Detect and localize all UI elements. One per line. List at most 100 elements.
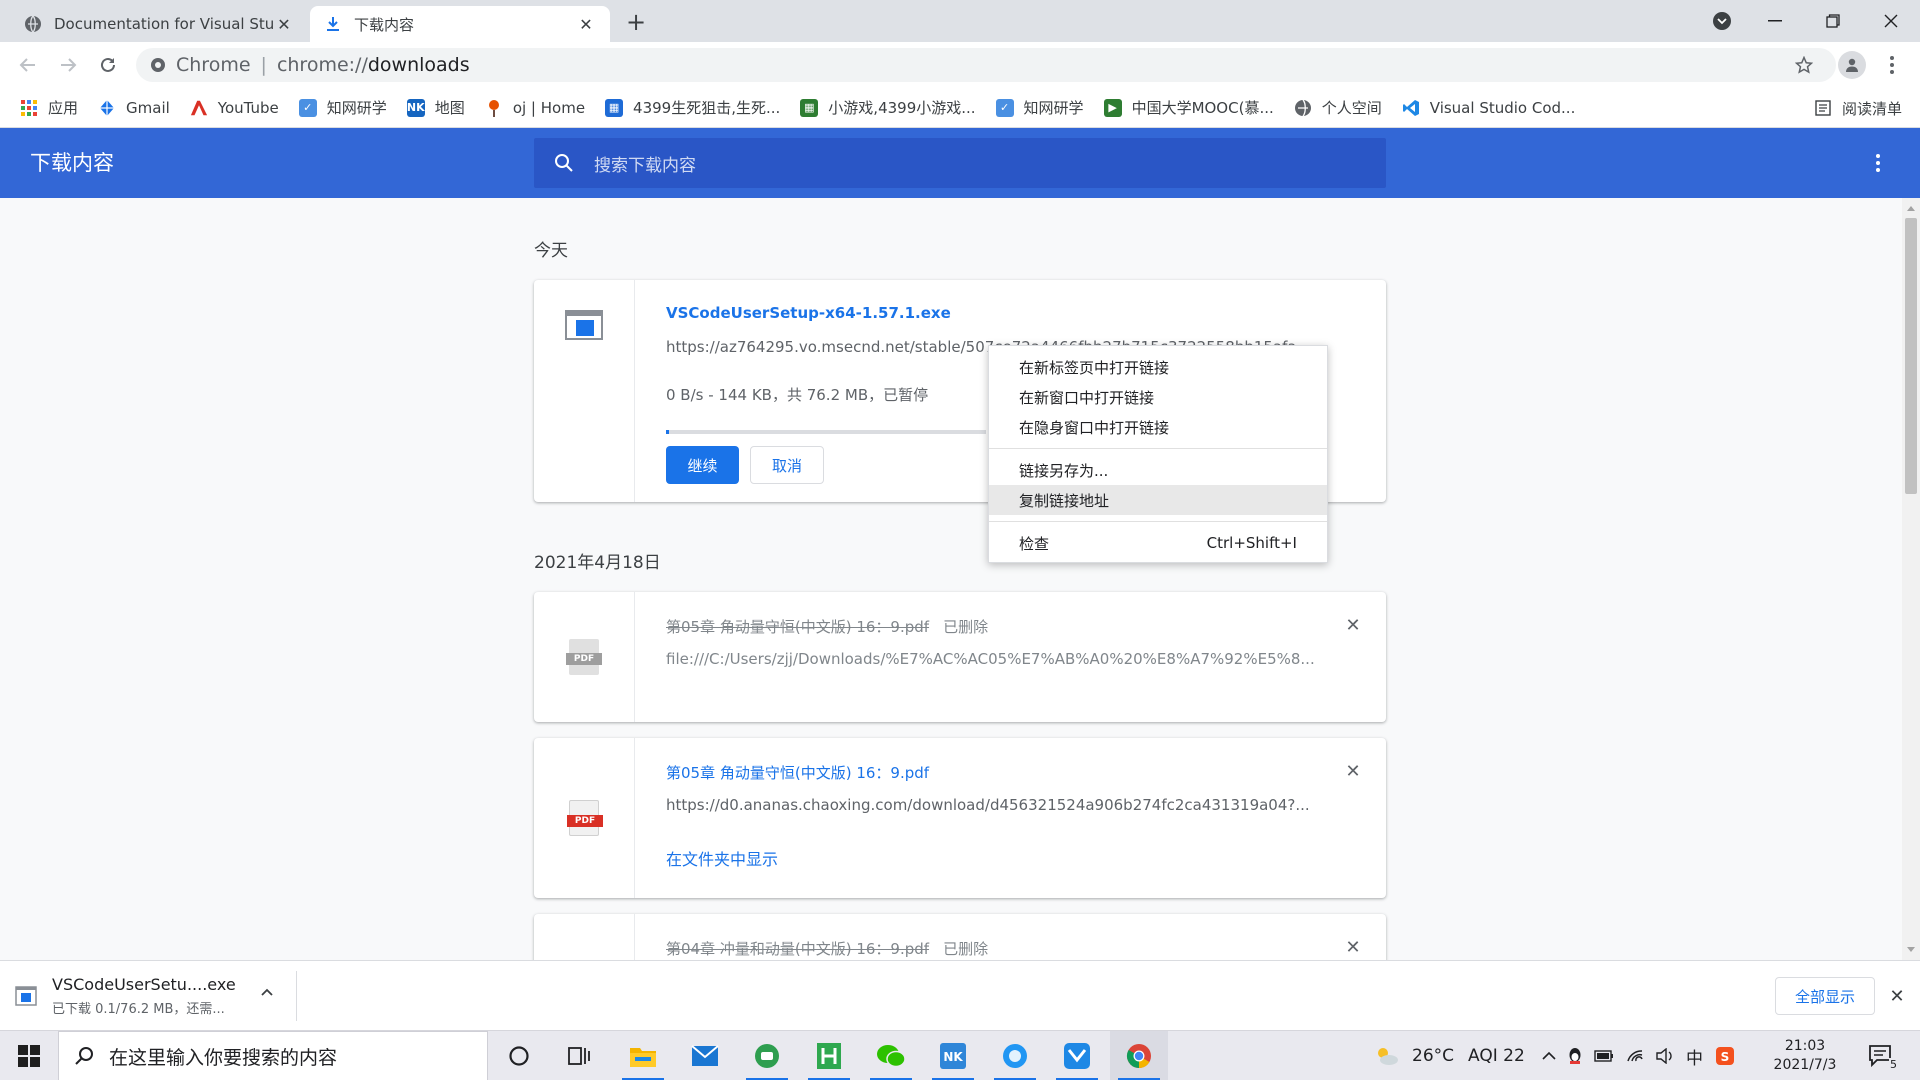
sogou-ime-icon[interactable]: S xyxy=(1715,1046,1735,1066)
reload-button[interactable] xyxy=(94,51,122,79)
bookmark-personal-space[interactable]: 个人空间 xyxy=(1294,97,1382,118)
menu-copy-link-address[interactable]: 复制链接地址 xyxy=(989,485,1327,515)
profile-avatar[interactable] xyxy=(1838,51,1866,79)
battery-icon[interactable] xyxy=(1594,1050,1614,1062)
new-tab-button[interactable]: + xyxy=(622,8,650,36)
show-in-folder-link[interactable]: 在文件夹中显示 xyxy=(666,846,778,870)
menu-inspect[interactable]: 检查 Ctrl+Shift+I xyxy=(989,528,1327,558)
file-explorer-icon[interactable] xyxy=(614,1031,672,1080)
hbuilder-icon[interactable] xyxy=(800,1031,858,1080)
volume-icon[interactable] xyxy=(1656,1048,1674,1064)
restore-button[interactable] xyxy=(1804,0,1862,42)
download-url[interactable]: https://d0.ananas.chaoxing.com/download/… xyxy=(666,796,1310,814)
bookmark-cnki-2[interactable]: ✓ 知网研学 xyxy=(995,97,1084,118)
download-filename-link[interactable]: VSCodeUserSetup-x64-1.57.1.exe xyxy=(666,304,951,322)
ime-indicator[interactable]: 中 xyxy=(1686,1044,1703,1069)
feishu-icon[interactable] xyxy=(1048,1031,1106,1080)
bookmark-label: Visual Studio Cod... xyxy=(1429,98,1576,117)
bookmark-mooc[interactable]: ▶ 中国大学MOOC(慕... xyxy=(1103,97,1274,118)
download-progress-fill xyxy=(666,430,670,434)
chrome-menu-button[interactable] xyxy=(1882,51,1902,79)
tab-close-icon[interactable]: ✕ xyxy=(576,14,596,34)
bookmark-apps[interactable]: 应用 xyxy=(20,97,78,118)
notification-center-icon[interactable]: 5 xyxy=(1866,1041,1898,1071)
file-icon-column: PDF xyxy=(534,738,635,898)
tab-downloads[interactable]: 下载内容 ✕ xyxy=(310,6,610,42)
remove-from-list-button[interactable]: ✕ xyxy=(1342,614,1364,636)
pdf-file-icon: PDF xyxy=(566,639,602,675)
bookmark-gmail[interactable]: Gmail xyxy=(98,99,170,117)
download-url: file:///C:/Users/zjj/Downloads/%E7%AC%AC… xyxy=(666,650,1315,668)
wechat-icon[interactable] xyxy=(862,1031,920,1080)
shelf-download-item[interactable]: VSCodeUserSetu....exe 已下载 0.1/76.2 MB，还需… xyxy=(14,969,294,1023)
chevron-up-icon[interactable] xyxy=(260,985,274,999)
menu-open-in-new-tab[interactable]: 在新标签页中打开链接 xyxy=(989,352,1327,382)
cancel-button[interactable]: 取消 xyxy=(750,446,824,484)
shelf-divider xyxy=(296,971,297,1021)
shelf-item-name: VSCodeUserSetu....exe xyxy=(52,975,236,994)
chat-app-icon[interactable] xyxy=(738,1031,796,1080)
scroll-up-arrow-icon[interactable] xyxy=(1907,206,1915,211)
taskbar-search-box[interactable]: 在这里输入你要搜索的内容 xyxy=(58,1031,488,1080)
close-window-button[interactable] xyxy=(1862,0,1920,42)
bookmark-star-icon[interactable] xyxy=(1790,51,1818,79)
clock-time: 21:03 xyxy=(1784,1038,1826,1054)
task-view-icon[interactable] xyxy=(550,1031,608,1080)
bookmark-cnki[interactable]: ✓ 知网研学 xyxy=(298,97,387,118)
chrome-taskbar-icon[interactable] xyxy=(1110,1031,1168,1080)
menu-item-label: 在新标签页中打开链接 xyxy=(1019,358,1170,377)
address-bar[interactable]: Chrome | chrome://downloads xyxy=(136,48,1836,82)
windows-taskbar: 在这里输入你要搜索的内容 NK 26°C AQI 22 中 S 21:03 20… xyxy=(0,1030,1920,1080)
downloads-menu-button[interactable] xyxy=(1868,150,1888,176)
tab-close-icon[interactable]: ✕ xyxy=(274,14,294,34)
bookmark-map[interactable]: NK 地图 xyxy=(406,97,465,118)
bookmark-label: 中国大学MOOC(慕... xyxy=(1131,99,1274,117)
reading-list-icon xyxy=(1814,99,1832,117)
back-button[interactable] xyxy=(14,51,42,79)
deleted-badge: 已删除 xyxy=(943,618,989,636)
mail-icon[interactable] xyxy=(676,1031,734,1080)
qq-icon[interactable] xyxy=(1568,1047,1582,1065)
wifi-icon[interactable] xyxy=(1626,1049,1644,1063)
minimize-button[interactable] xyxy=(1746,0,1804,42)
remove-from-list-button[interactable]: ✕ xyxy=(1342,936,1364,958)
resume-button[interactable]: 继续 xyxy=(666,446,739,484)
shelf-item-status: 已下载 0.1/76.2 MB，还需... xyxy=(52,1002,225,1017)
bookmark-vscode[interactable]: Visual Studio Cod... xyxy=(1402,98,1576,117)
menu-save-link-as[interactable]: 链接另存为... xyxy=(989,455,1327,485)
download-filename-link[interactable]: 第05章 角动量守恒(中文版) 16：9.pdf xyxy=(666,762,929,783)
menu-open-in-incognito[interactable]: 在隐身窗口中打开链接 xyxy=(989,412,1327,442)
taskbar-search-placeholder: 在这里输入你要搜索的内容 xyxy=(109,1046,338,1069)
cortana-icon[interactable] xyxy=(490,1031,548,1080)
tab-search-icon[interactable] xyxy=(1713,12,1731,30)
close-shelf-icon[interactable]: ✕ xyxy=(1886,985,1908,1007)
bookmark-4399-shooter[interactable]: ▦ 4399生死狙击,生死... xyxy=(605,97,780,118)
start-button[interactable] xyxy=(0,1031,58,1080)
bookmark-label: 4399生死狙击,生死... xyxy=(633,99,781,117)
youtube-icon xyxy=(190,99,208,117)
chrome-icon xyxy=(150,57,166,73)
gmail-icon xyxy=(98,99,116,117)
scroll-down-arrow-icon[interactable] xyxy=(1907,947,1915,952)
remove-from-list-button[interactable]: ✕ xyxy=(1342,760,1364,782)
forward-button[interactable] xyxy=(54,51,82,79)
clock[interactable]: 21:03 2021/7/3 xyxy=(1762,1037,1848,1075)
show-all-downloads-button[interactable]: 全部显示 xyxy=(1775,977,1875,1015)
tab-vscode-docs[interactable]: Documentation for Visual Studio Code ✕ xyxy=(10,6,308,42)
reading-list-button[interactable]: 阅读清单 xyxy=(1814,88,1902,128)
scrollbar-thumb[interactable] xyxy=(1905,218,1917,494)
menu-open-in-new-window[interactable]: 在新窗口中打开链接 xyxy=(989,382,1327,412)
nowcoder-icon[interactable]: NK xyxy=(924,1031,982,1080)
notification-badge: 5 xyxy=(1889,1058,1898,1071)
clock-date: 2021/7/3 xyxy=(1773,1057,1837,1073)
chevron-up-icon[interactable] xyxy=(1542,1051,1556,1061)
browser-2-icon[interactable] xyxy=(986,1031,1044,1080)
download-filename: 第04章 冲量和动量(中文版) 16：9.pdf xyxy=(666,940,930,958)
bookmark-oj[interactable]: oj | Home xyxy=(485,99,585,117)
page-scrollbar[interactable] xyxy=(1902,198,1920,960)
weather-widget[interactable]: 26°C AQI 22 xyxy=(1374,1031,1525,1080)
search-downloads-input[interactable]: 搜索下载内容 xyxy=(534,138,1386,188)
bookmark-4399-games[interactable]: ▦ 小游戏,4399小游戏... xyxy=(800,97,976,118)
bookmark-youtube[interactable]: YouTube xyxy=(190,99,279,117)
menu-item-label: 在隐身窗口中打开链接 xyxy=(1019,418,1170,437)
